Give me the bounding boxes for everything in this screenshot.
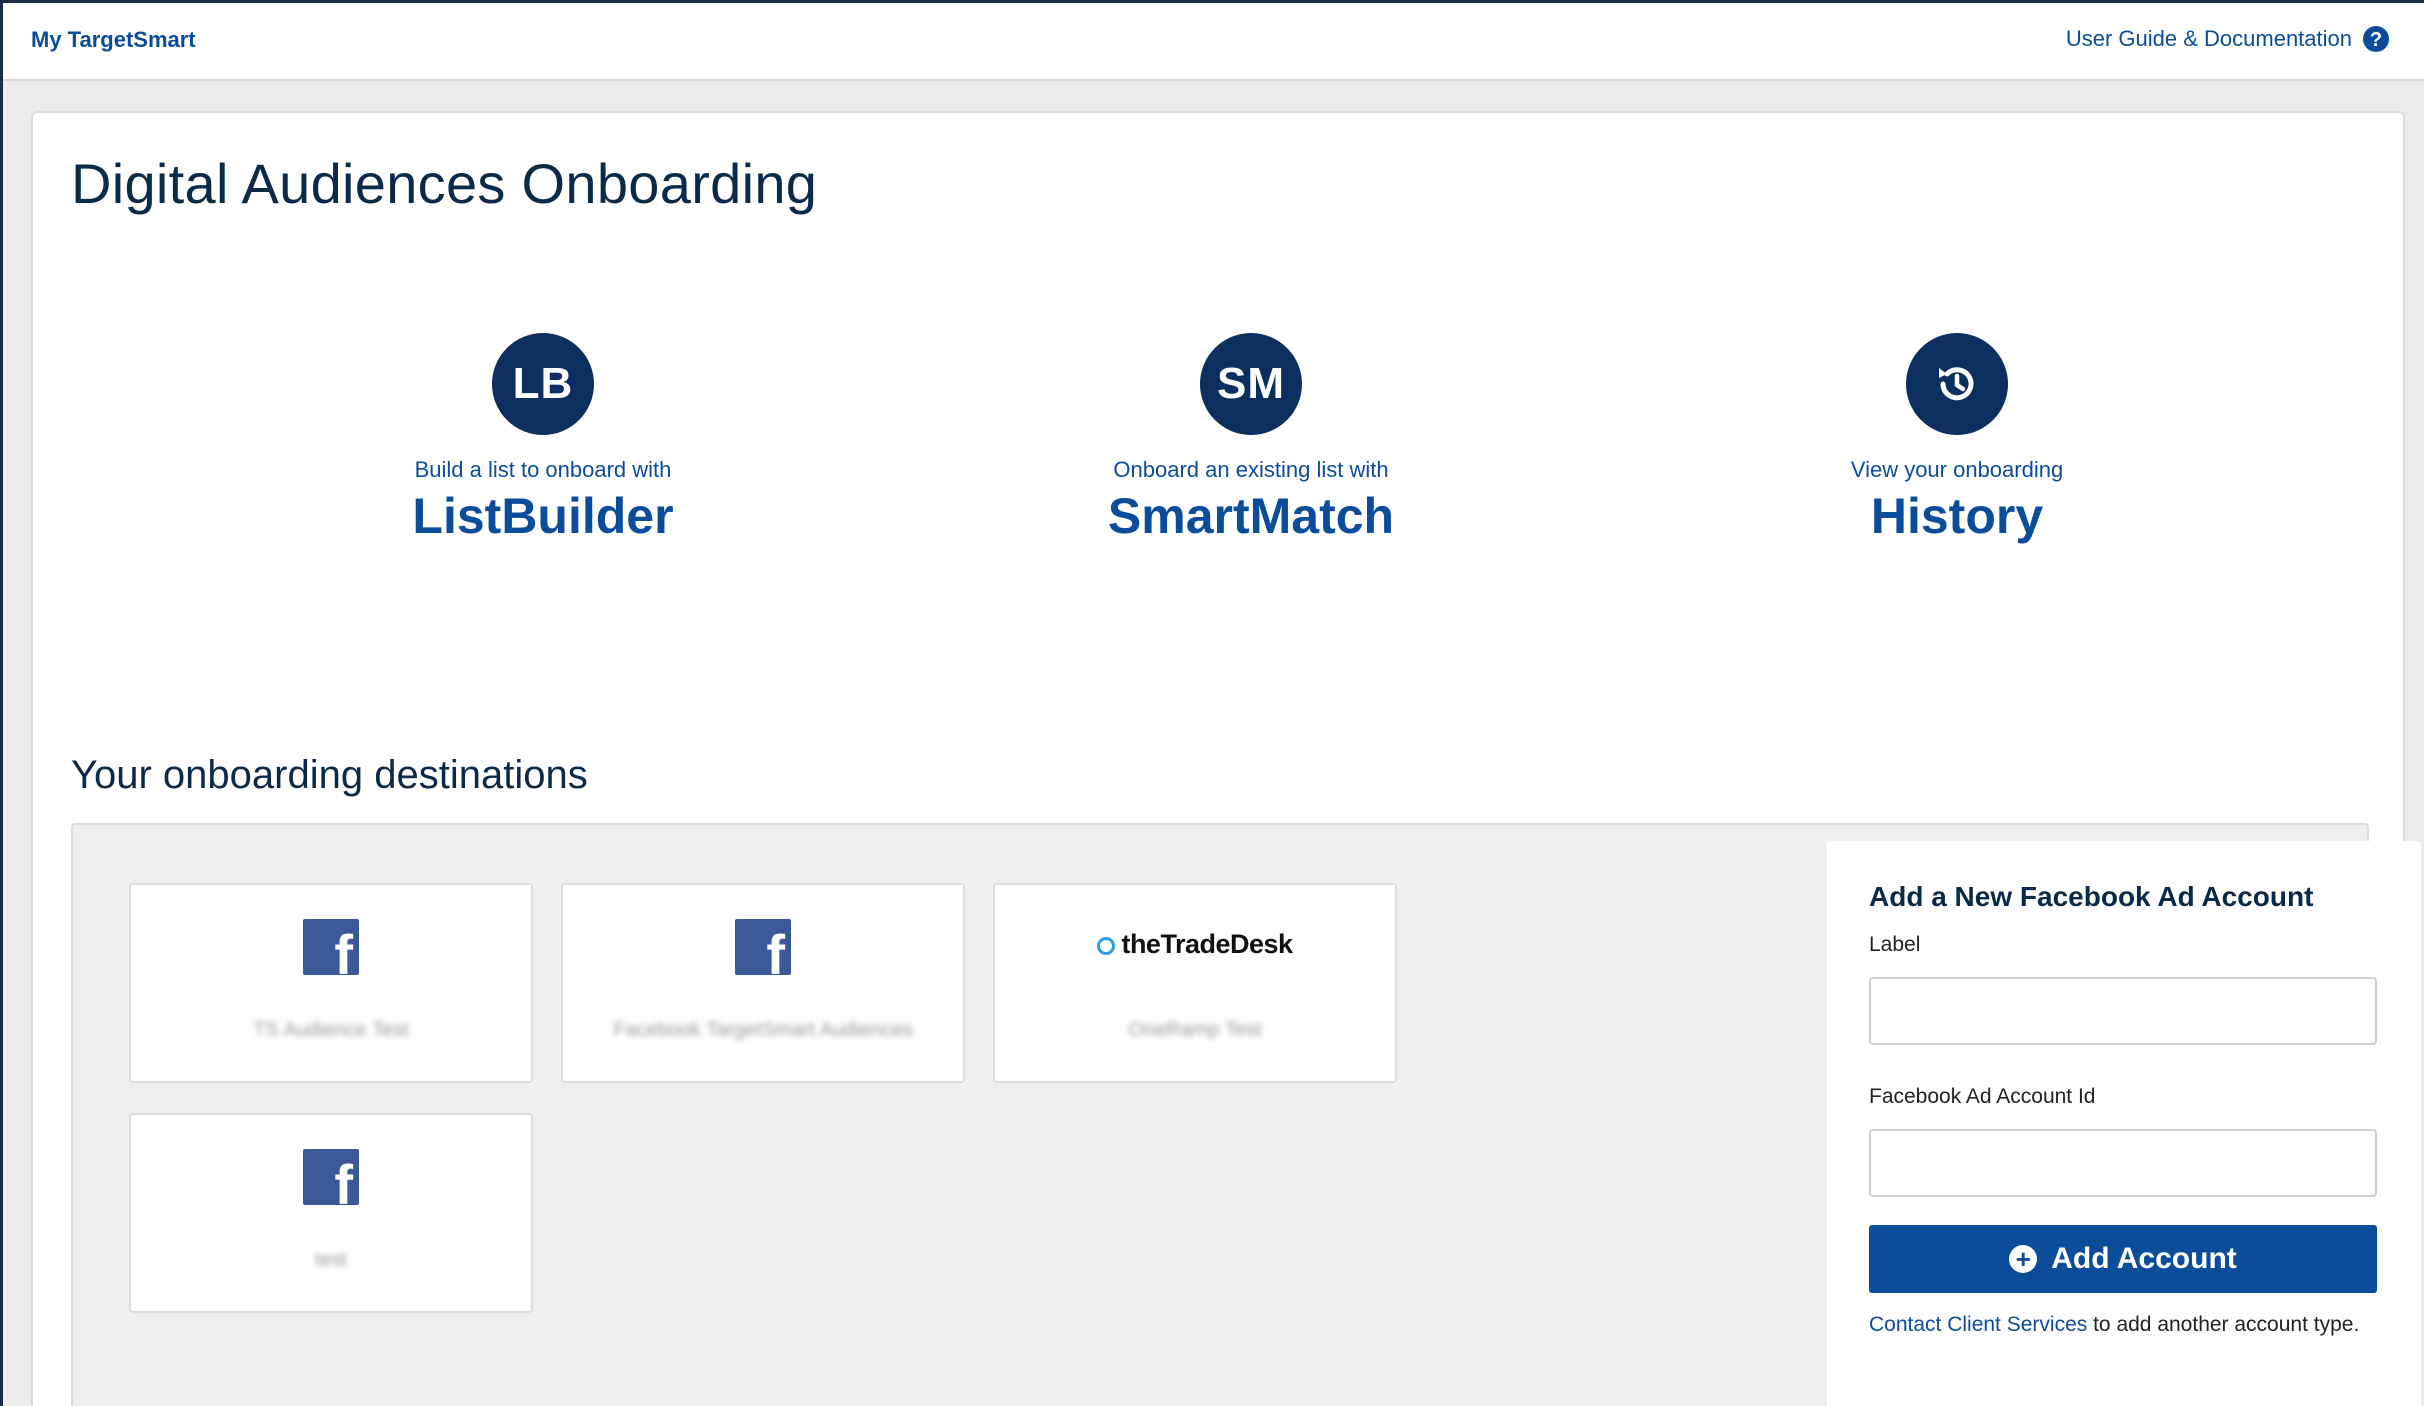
home-link[interactable]: My TargetSmart (31, 27, 196, 53)
add-account-title: Add a New Facebook Ad Account (1869, 881, 2314, 912)
destinations-title: Your onboarding destinations (71, 753, 588, 797)
add-account-form: Add a New Facebook Ad Account Label Face… (1827, 841, 2421, 1406)
power-icon (1097, 937, 1116, 955)
listbuilder-link[interactable]: ListBuilder (333, 487, 753, 545)
user-guide-link[interactable]: User Guide & Documentation ? (2066, 25, 2390, 53)
help-icon: ? (2363, 26, 2389, 52)
smartmatch-link[interactable]: SmartMatch (1041, 487, 1461, 545)
destination-card[interactable]: f test (129, 1113, 533, 1313)
contact-note-text: to add another account type. (2087, 1313, 2360, 1336)
history-link[interactable]: History (1747, 487, 2167, 545)
page-title: Digital Audiences Onboarding (71, 152, 818, 215)
contact-note: Contact Client Services to add another a… (1869, 1313, 2379, 1337)
history-icon (1939, 367, 1974, 401)
plus-circle-icon: + (2009, 1245, 2038, 1273)
destination-card[interactable]: f Facebook TargetSmart Audiences (561, 883, 965, 1083)
contact-client-services-link[interactable]: Contact Client Services (1869, 1313, 2087, 1336)
destination-card[interactable]: theTradeDesk OneRamp Test (993, 883, 1397, 1083)
listbuilder-pretext: Build a list to onboard with (414, 457, 672, 482)
history-badge (1906, 333, 2008, 435)
app-frame: My TargetSmart User Guide & Documentatio… (0, 0, 2424, 1406)
user-guide-label: User Guide & Documentation (2065, 26, 2352, 51)
top-bar: My TargetSmart User Guide & Documentatio… (3, 3, 2424, 81)
destinations-panel: f TS Audience Test f Facebook TargetSmar… (71, 823, 2421, 1406)
main-card: Digital Audiences Onboarding LB Build a … (31, 111, 2421, 1406)
listbuilder-badge: LB (492, 333, 594, 435)
history-option[interactable]: View your onboarding History (1747, 333, 2167, 545)
destination-card[interactable]: f TS Audience Test (129, 883, 533, 1083)
add-account-button[interactable]: + Add Account (1869, 1225, 2377, 1293)
destination-name: Facebook TargetSmart Audiences (613, 1019, 913, 1041)
tradedesk-logo: theTradeDesk (995, 929, 1395, 960)
facebook-icon: f (303, 919, 359, 975)
label-input[interactable] (1869, 977, 2377, 1045)
account-id-field-label: Facebook Ad Account Id (1869, 1085, 2096, 1108)
facebook-icon: f (303, 1149, 359, 1205)
history-pretext: View your onboarding (1850, 457, 2064, 482)
smartmatch-pretext: Onboard an existing list with (1113, 457, 1389, 482)
facebook-icon: f (735, 919, 791, 975)
destination-name: OneRamp Test (1128, 1019, 1262, 1041)
smartmatch-option[interactable]: SM Onboard an existing list with SmartMa… (1041, 333, 1461, 545)
add-account-label: Add Account (2051, 1242, 2237, 1275)
smartmatch-badge: SM (1200, 333, 1302, 435)
listbuilder-option[interactable]: LB Build a list to onboard with ListBuil… (333, 333, 753, 545)
svg-text:?: ? (2370, 29, 2382, 51)
destination-name: test (314, 1249, 348, 1271)
destination-name: TS Audience Test (253, 1019, 409, 1041)
tradedesk-logo-text: theTradeDesk (1121, 929, 1293, 959)
account-id-input[interactable] (1869, 1129, 2377, 1197)
label-field-label: Label (1869, 933, 1921, 956)
